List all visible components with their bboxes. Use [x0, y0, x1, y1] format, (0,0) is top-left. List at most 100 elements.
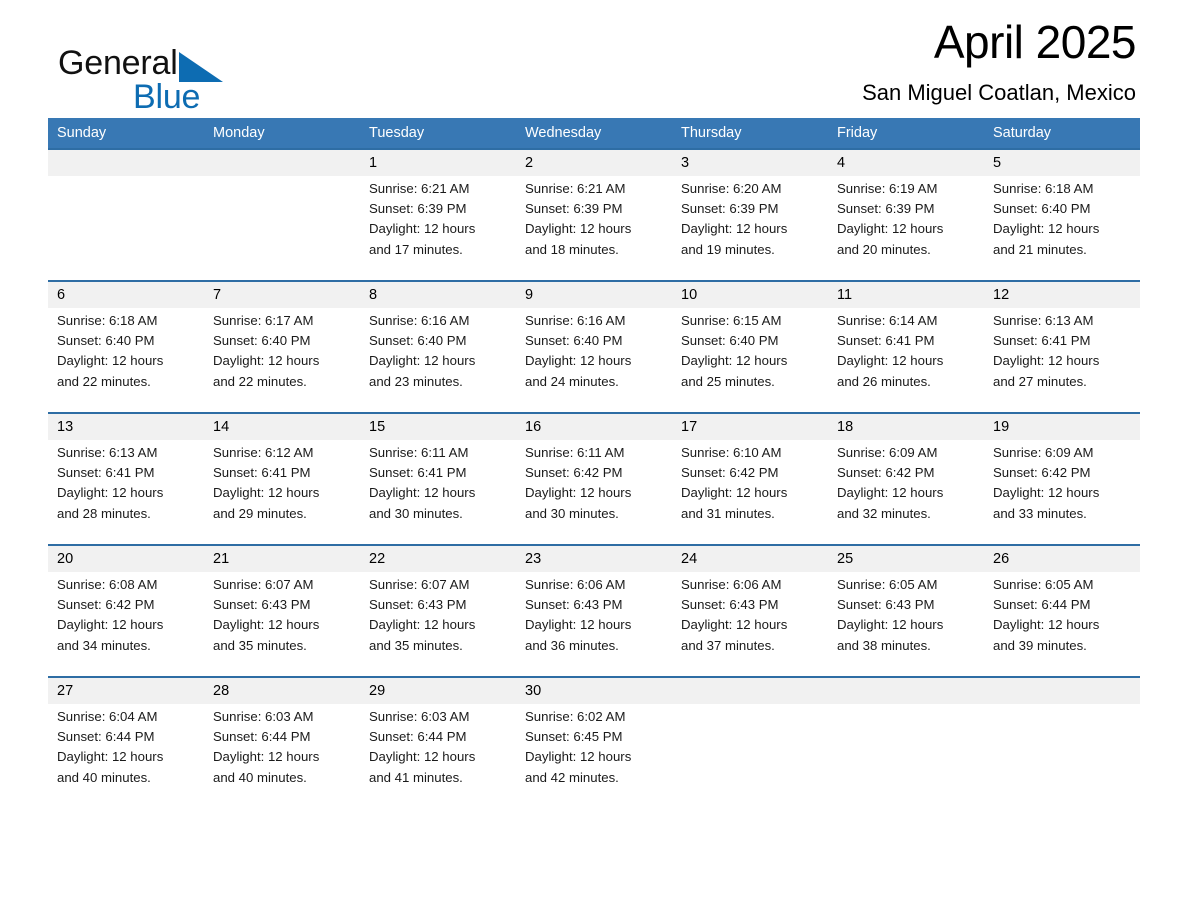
- daylight-text-line2: and 37 minutes.: [681, 637, 775, 653]
- sunset-text: Sunset: 6:44 PM: [993, 597, 1091, 613]
- day-number[interactable]: 27: [48, 678, 204, 704]
- sunrise-text: Sunrise: 6:09 AM: [993, 445, 1094, 460]
- day-detail: Sunrise: 6:11 AM Sunset: 6:42 PM Dayligh…: [516, 443, 672, 544]
- day-number[interactable]: 30: [516, 678, 672, 704]
- day-detail: Sunrise: 6:16 AM Sunset: 6:40 PM Dayligh…: [516, 311, 672, 412]
- daylight-text-line1: Daylight: 12 hours: [369, 221, 476, 237]
- week-row: 27 28 29 30 Sunrise: 6:04 AM Sunset: 6:4…: [48, 676, 1140, 814]
- day-number[interactable]: [828, 678, 984, 704]
- sunrise-text: Sunrise: 6:07 AM: [213, 577, 314, 592]
- daylight-text-line2: and 29 minutes.: [213, 505, 307, 521]
- sunset-text: Sunset: 6:41 PM: [993, 333, 1091, 349]
- daylight-text-line1: Daylight: 12 hours: [369, 485, 476, 501]
- day-detail: Sunrise: 6:13 AM Sunset: 6:41 PM Dayligh…: [984, 311, 1140, 412]
- day-number[interactable]: 24: [672, 546, 828, 572]
- sunrise-text: Sunrise: 6:16 AM: [525, 313, 626, 328]
- sunset-text: Sunset: 6:42 PM: [837, 465, 935, 481]
- day-number[interactable]: 1: [360, 150, 516, 176]
- day-number[interactable]: 15: [360, 414, 516, 440]
- weekday-header-friday: Friday: [837, 125, 878, 141]
- sunrise-text: Sunrise: 6:13 AM: [57, 445, 158, 460]
- sunrise-text: Sunrise: 6:16 AM: [369, 313, 470, 328]
- week-detail-band: Sunrise: 6:18 AM Sunset: 6:40 PM Dayligh…: [48, 308, 1140, 412]
- sunset-text: Sunset: 6:41 PM: [837, 333, 935, 349]
- day-number[interactable]: 3: [672, 150, 828, 176]
- daylight-text-line1: Daylight: 12 hours: [525, 353, 632, 369]
- sunrise-text: Sunrise: 6:05 AM: [993, 577, 1094, 592]
- sunset-text: Sunset: 6:40 PM: [993, 201, 1091, 217]
- day-number[interactable]: 18: [828, 414, 984, 440]
- daylight-text-line2: and 30 minutes.: [369, 505, 463, 521]
- daylight-text-line2: and 18 minutes.: [525, 241, 619, 257]
- day-number[interactable]: 19: [984, 414, 1140, 440]
- daylight-text-line1: Daylight: 12 hours: [837, 485, 944, 501]
- week-row: 20 21 22 23 24 25 26 Sunrise: 6:08 AM Su…: [48, 544, 1140, 676]
- sunrise-text: Sunrise: 6:02 AM: [525, 709, 626, 724]
- day-number[interactable]: [204, 150, 360, 176]
- day-number[interactable]: 23: [516, 546, 672, 572]
- day-number[interactable]: 12: [984, 282, 1140, 308]
- sunrise-text: Sunrise: 6:11 AM: [369, 445, 469, 460]
- day-number[interactable]: 4: [828, 150, 984, 176]
- day-number[interactable]: 13: [48, 414, 204, 440]
- day-number[interactable]: 26: [984, 546, 1140, 572]
- day-number[interactable]: 20: [48, 546, 204, 572]
- logo-top-row: General: [58, 44, 318, 82]
- day-number[interactable]: [984, 678, 1140, 704]
- generalblue-logo[interactable]: General Blue: [58, 44, 318, 120]
- daylight-text-line2: and 28 minutes.: [57, 505, 151, 521]
- day-number[interactable]: 25: [828, 546, 984, 572]
- daylight-text-line2: and 26 minutes.: [837, 373, 931, 389]
- day-number[interactable]: [672, 678, 828, 704]
- day-number[interactable]: 9: [516, 282, 672, 308]
- day-number[interactable]: 29: [360, 678, 516, 704]
- day-number[interactable]: 21: [204, 546, 360, 572]
- day-number[interactable]: 17: [672, 414, 828, 440]
- sunset-text: Sunset: 6:41 PM: [213, 465, 311, 481]
- daylight-text-line2: and 23 minutes.: [369, 373, 463, 389]
- sunset-text: Sunset: 6:40 PM: [681, 333, 779, 349]
- day-number[interactable]: 22: [360, 546, 516, 572]
- day-number[interactable]: 8: [360, 282, 516, 308]
- daylight-text-line1: Daylight: 12 hours: [213, 749, 320, 765]
- day-detail: Sunrise: 6:21 AM Sunset: 6:39 PM Dayligh…: [516, 179, 672, 280]
- day-number[interactable]: 6: [48, 282, 204, 308]
- daylight-text-line1: Daylight: 12 hours: [57, 749, 164, 765]
- day-number[interactable]: 16: [516, 414, 672, 440]
- daylight-text-line2: and 30 minutes.: [525, 505, 619, 521]
- day-detail: Sunrise: 6:20 AM Sunset: 6:39 PM Dayligh…: [672, 179, 828, 280]
- day-number[interactable]: 14: [204, 414, 360, 440]
- daylight-text-line2: and 40 minutes.: [57, 769, 151, 785]
- daylight-text-line2: and 31 minutes.: [681, 505, 775, 521]
- daylight-text-line2: and 20 minutes.: [837, 241, 931, 257]
- sunrise-text: Sunrise: 6:20 AM: [681, 181, 782, 196]
- daylight-text-line2: and 41 minutes.: [369, 769, 463, 785]
- day-number[interactable]: [48, 150, 204, 176]
- daylight-text-line1: Daylight: 12 hours: [57, 617, 164, 633]
- week-date-band: 13 14 15 16 17 18 19: [48, 414, 1140, 440]
- sunset-text: Sunset: 6:40 PM: [57, 333, 155, 349]
- sunset-text: Sunset: 6:39 PM: [837, 201, 935, 217]
- day-number[interactable]: 10: [672, 282, 828, 308]
- sunset-text: Sunset: 6:43 PM: [525, 597, 623, 613]
- week-detail-band: Sunrise: 6:13 AM Sunset: 6:41 PM Dayligh…: [48, 440, 1140, 544]
- daylight-text-line1: Daylight: 12 hours: [57, 485, 164, 501]
- day-number[interactable]: 7: [204, 282, 360, 308]
- logo-text-general: General: [58, 44, 178, 82]
- weekday-header-wednesday: Wednesday: [525, 125, 602, 141]
- daylight-text-line2: and 34 minutes.: [57, 637, 151, 653]
- sunrise-text: Sunrise: 6:07 AM: [369, 577, 470, 592]
- weekday-header-row: Sunday Monday Tuesday Wednesday Thursday…: [48, 118, 1140, 148]
- day-number[interactable]: 5: [984, 150, 1140, 176]
- daylight-text-line2: and 24 minutes.: [525, 373, 619, 389]
- day-number[interactable]: 28: [204, 678, 360, 704]
- daylight-text-line2: and 40 minutes.: [213, 769, 307, 785]
- sunrise-text: Sunrise: 6:21 AM: [525, 181, 626, 196]
- sunset-text: Sunset: 6:40 PM: [213, 333, 311, 349]
- day-number[interactable]: 11: [828, 282, 984, 308]
- day-number[interactable]: 2: [516, 150, 672, 176]
- daylight-text-line1: Daylight: 12 hours: [681, 485, 788, 501]
- sunset-text: Sunset: 6:41 PM: [57, 465, 155, 481]
- daylight-text-line1: Daylight: 12 hours: [837, 221, 944, 237]
- sunrise-text: Sunrise: 6:11 AM: [525, 445, 625, 460]
